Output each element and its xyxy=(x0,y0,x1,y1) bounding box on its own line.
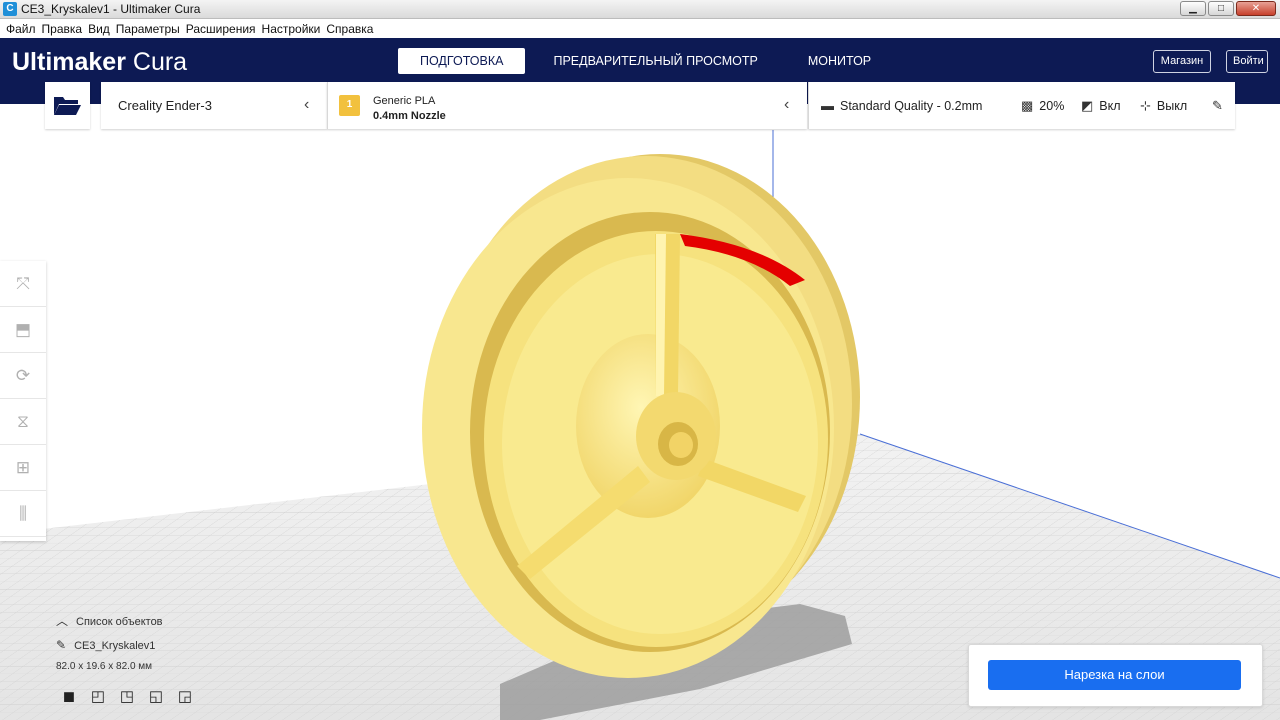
quality-icon: ▬ xyxy=(821,98,834,113)
tool-panel: ⤧ ⬒ ⟳ ⧖ ⊞ ⫼ xyxy=(0,261,46,541)
cura-app-icon: C xyxy=(3,2,17,16)
open-file-button[interactable] xyxy=(45,82,90,129)
print-setup-bar: Creality Ender-3 ‹ 1 Generic PLA 0.4mm N… xyxy=(0,82,1280,130)
menu-extensions[interactable]: Расширения xyxy=(183,20,259,38)
support-blocker-icon[interactable]: ⫼ xyxy=(0,491,46,537)
object-name-row[interactable]: ✎ CE3_Kryskalev1 xyxy=(56,638,155,652)
chevron-up-icon: ︿ xyxy=(56,614,69,628)
chevron-left-icon: ‹ xyxy=(304,96,310,113)
mirror-tool-icon[interactable]: ⧖ xyxy=(0,399,46,445)
extruder-badge-icon: 1 xyxy=(339,95,360,116)
quality-label: Standard Quality - 0.2mm xyxy=(840,98,983,113)
infill-setting: ▩ 20% xyxy=(1021,98,1064,114)
quality-setting: ▬ Standard Quality - 0.2mm xyxy=(821,98,982,113)
tab-prepare[interactable]: ПОДГОТОВКА xyxy=(398,48,526,74)
minimize-button[interactable]: ▁ xyxy=(1180,1,1206,16)
window-controls: ▁ □ ✕ xyxy=(1180,1,1276,16)
close-button[interactable]: ✕ xyxy=(1236,1,1276,16)
material-selector[interactable]: 1 Generic PLA 0.4mm Nozzle ‹ xyxy=(327,82,807,129)
rotate-tool-icon[interactable]: ⟳ xyxy=(0,353,46,399)
front-view-icon[interactable]: ◰ xyxy=(89,688,107,705)
logo-light-text: Cura xyxy=(125,48,188,76)
slice-button[interactable]: Нарезка на слои xyxy=(988,660,1241,690)
per-model-settings-icon[interactable]: ⊞ xyxy=(0,445,46,491)
support-icon: ◩ xyxy=(1081,98,1094,113)
tab-monitor[interactable]: МОНИТОР xyxy=(786,48,893,74)
right-view-icon[interactable]: ◲ xyxy=(176,688,194,705)
pencil-icon: ✎ xyxy=(1212,98,1223,113)
build-plate-scene[interactable] xyxy=(0,104,1280,720)
3d-view-icon[interactable]: ◼ xyxy=(60,688,78,705)
printer-selector[interactable]: Creality Ender-3 ‹ xyxy=(101,82,327,129)
infill-label: 20% xyxy=(1039,99,1065,113)
cura-window: C CE3_Kryskalev1 - Ultimaker Cura ▁ □ ✕ … xyxy=(0,0,1280,720)
sign-in-button[interactable]: Войти xyxy=(1226,50,1268,73)
slice-panel: Нарезка на слои xyxy=(968,644,1263,707)
support-setting: ◩ Вкл xyxy=(1081,98,1121,114)
move-tool-icon[interactable]: ⤧ xyxy=(0,261,46,307)
object-name: CE3_Kryskalev1 xyxy=(74,640,156,652)
adhesion-setting: ⊹ Выкл xyxy=(1140,98,1187,114)
view-orientation-buttons: ◼ ◰ ◳ ◱ ◲ xyxy=(60,688,194,705)
adhesion-icon: ⊹ xyxy=(1140,98,1151,113)
material-name: Generic PLA xyxy=(373,95,436,107)
menu-bar: Файл Правка Вид Параметры Расширения Нас… xyxy=(0,20,1280,38)
window-title: CE3_Kryskalev1 - Ultimaker Cura xyxy=(21,2,201,16)
scale-tool-icon[interactable]: ⬒ xyxy=(0,307,46,353)
menu-view[interactable]: Вид xyxy=(85,20,113,38)
pencil-icon: ✎ xyxy=(56,638,67,652)
support-label: Вкл xyxy=(1099,99,1121,113)
3d-viewport[interactable]: ⤧ ⬒ ⟳ ⧖ ⊞ ⫼ xyxy=(0,104,1280,720)
print-settings-selector[interactable]: ▬ Standard Quality - 0.2mm ▩ 20% ◩ Вкл ⊹… xyxy=(808,82,1235,129)
stage-tabs: ПОДГОТОВКА ПРЕДВАРИТЕЛЬНЫЙ ПРОСМОТР МОНИ… xyxy=(398,48,893,74)
nozzle-size: 0.4mm Nozzle xyxy=(373,110,446,122)
maximize-button[interactable]: □ xyxy=(1208,1,1234,16)
object-dimensions: 82.0 x 19.6 x 82.0 мм xyxy=(56,661,153,672)
object-list-header: Список объектов xyxy=(76,616,163,628)
ultimaker-cura-logo: Ultimaker Cura xyxy=(12,48,187,77)
folder-icon xyxy=(54,97,81,115)
window-title-bar: C CE3_Kryskalev1 - Ultimaker Cura ▁ □ ✕ xyxy=(0,0,1280,19)
menu-edit[interactable]: Правка xyxy=(39,20,86,38)
infill-icon: ▩ xyxy=(1021,98,1034,113)
menu-help[interactable]: Справка xyxy=(323,20,376,38)
top-view-icon[interactable]: ◳ xyxy=(118,688,136,705)
adhesion-label: Выкл xyxy=(1156,99,1188,113)
printer-name: Creality Ender-3 xyxy=(118,98,212,113)
marketplace-button[interactable]: Магазин xyxy=(1153,50,1211,73)
tab-preview[interactable]: ПРЕДВАРИТЕЛЬНЫЙ ПРОСМОТР xyxy=(531,48,779,74)
menu-preferences[interactable]: Настройки xyxy=(259,20,324,38)
object-list-toggle[interactable]: ︿ Список объектов xyxy=(56,612,163,629)
logo-bold-text: Ultimaker xyxy=(12,48,126,76)
menu-settings[interactable]: Параметры xyxy=(113,20,183,38)
chevron-left-icon: ‹ xyxy=(784,96,790,113)
left-view-icon[interactable]: ◱ xyxy=(147,688,165,705)
menu-file[interactable]: Файл xyxy=(3,20,39,38)
